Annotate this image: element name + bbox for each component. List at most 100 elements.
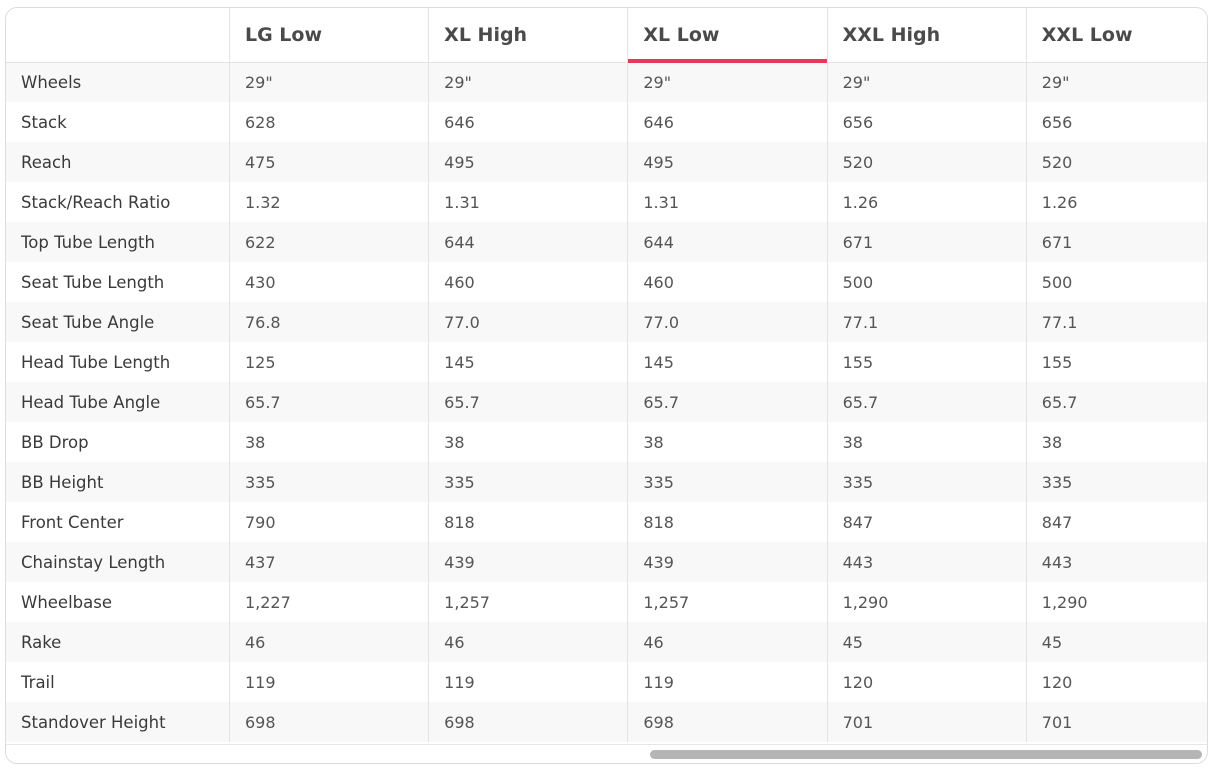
table-cell: 1.32 <box>229 182 430 222</box>
table-row: Top Tube Length 622 644 644 671 671 <box>6 222 1207 262</box>
table-row: Wheelbase 1,227 1,257 1,257 1,290 1,290 <box>6 582 1207 622</box>
table-cell: 646 <box>428 102 629 142</box>
table-cell: 38 <box>627 422 828 462</box>
table-cell: 475 <box>229 142 430 182</box>
table-cell: 437 <box>229 542 430 582</box>
table-cell: 430 <box>229 262 430 302</box>
row-label: BB Height <box>6 462 230 502</box>
row-label: Front Center <box>6 502 230 542</box>
row-label: Rake <box>6 622 230 662</box>
table-cell: 439 <box>428 542 629 582</box>
table-body: Wheels 29" 29" 29" 29" 29" Stack 628 646 646 656 65… <box>6 62 1207 742</box>
table-cell: 38 <box>1026 422 1207 462</box>
table-cell: 76.8 <box>229 302 430 342</box>
column-header[interactable]: XL Low <box>627 8 828 63</box>
table-row: BB Height 335 335 335 335 335 <box>6 462 1207 502</box>
table-row: Front Center 790 818 818 847 847 <box>6 502 1207 542</box>
table-cell: 46 <box>229 622 430 662</box>
table-cell: 646 <box>627 102 828 142</box>
row-label: Wheels <box>6 62 230 102</box>
table-cell: 644 <box>627 222 828 262</box>
table-cell: 701 <box>827 702 1027 742</box>
table-cell: 145 <box>627 342 828 382</box>
table-cell: 1,290 <box>827 582 1027 622</box>
table-cell: 1.31 <box>428 182 629 222</box>
table-cell: 671 <box>1026 222 1207 262</box>
table-cell: 29" <box>627 62 828 102</box>
row-label: Trail <box>6 662 230 702</box>
table-cell: 65.7 <box>1026 382 1207 422</box>
row-label: Reach <box>6 142 230 182</box>
table-row: Stack/Reach Ratio 1.32 1.31 1.31 1.26 1.26 <box>6 182 1207 222</box>
table-cell: 460 <box>627 262 828 302</box>
table-cell: 460 <box>428 262 629 302</box>
horizontal-scrollbar[interactable] <box>6 744 1207 763</box>
table-cell: 335 <box>428 462 629 502</box>
table-row: Head Tube Angle 65.7 65.7 65.7 65.7 65.7 <box>6 382 1207 422</box>
row-label: Standover Height <box>6 702 230 742</box>
table-row: BB Drop 38 38 38 38 38 <box>6 422 1207 462</box>
table-cell: 29" <box>1026 62 1207 102</box>
table-row: Seat Tube Length 430 460 460 500 500 <box>6 262 1207 302</box>
table-cell: 29" <box>827 62 1027 102</box>
row-label: Seat Tube Length <box>6 262 230 302</box>
row-label: Head Tube Angle <box>6 382 230 422</box>
table-cell: 65.7 <box>229 382 430 422</box>
table-row: Chainstay Length 437 439 439 443 443 <box>6 542 1207 582</box>
table-cell: 38 <box>229 422 430 462</box>
table-row: Stack 628 646 646 656 656 <box>6 102 1207 142</box>
row-label: BB Drop <box>6 422 230 462</box>
table-cell: 500 <box>827 262 1027 302</box>
table-cell: 46 <box>428 622 629 662</box>
table-cell: 119 <box>627 662 828 702</box>
table-cell: 671 <box>827 222 1027 262</box>
table-cell: 1,257 <box>627 582 828 622</box>
table-cell: 65.7 <box>428 382 629 422</box>
table-cell: 119 <box>229 662 430 702</box>
table-cell: 847 <box>827 502 1027 542</box>
row-label: Stack <box>6 102 230 142</box>
table-cell: 46 <box>627 622 828 662</box>
table-cell: 818 <box>627 502 828 542</box>
table-cell: 656 <box>1026 102 1207 142</box>
table-row: Reach 475 495 495 520 520 <box>6 142 1207 182</box>
table-cell: 77.0 <box>627 302 828 342</box>
table-cell: 145 <box>428 342 629 382</box>
table-cell: 698 <box>627 702 828 742</box>
column-header[interactable]: XXL High <box>827 8 1027 63</box>
table-cell: 335 <box>229 462 430 502</box>
table-cell: 45 <box>827 622 1027 662</box>
row-label: Wheelbase <box>6 582 230 622</box>
table-cell: 644 <box>428 222 629 262</box>
table-cell: 443 <box>1026 542 1207 582</box>
table-cell: 335 <box>627 462 828 502</box>
row-label: Stack/Reach Ratio <box>6 182 230 222</box>
table-cell: 77.1 <box>827 302 1027 342</box>
table-cell: 701 <box>1026 702 1207 742</box>
column-header[interactable]: LG Low <box>229 8 430 63</box>
table-row: Trail 119 119 119 120 120 <box>6 662 1207 702</box>
table-cell: 818 <box>428 502 629 542</box>
table-cell: 439 <box>627 542 828 582</box>
geometry-table-card: LG Low XL High XL Low XXL High XXL Low Wheel… <box>5 7 1208 764</box>
table-cell: 520 <box>1026 142 1207 182</box>
table-cell: 38 <box>428 422 629 462</box>
table-row: Wheels 29" 29" 29" 29" 29" <box>6 62 1207 102</box>
row-label: Seat Tube Angle <box>6 302 230 342</box>
table-cell: 38 <box>827 422 1027 462</box>
table-row: Standover Height 698 698 698 701 701 <box>6 702 1207 742</box>
table-cell: 335 <box>1026 462 1207 502</box>
column-header[interactable]: XL High <box>428 8 629 63</box>
table-cell: 125 <box>229 342 430 382</box>
table-cell: 622 <box>229 222 430 262</box>
table-row: Rake 46 46 46 45 45 <box>6 622 1207 662</box>
table-cell: 495 <box>627 142 828 182</box>
row-label: Chainstay Length <box>6 542 230 582</box>
table-cell: 335 <box>827 462 1027 502</box>
scrollbar-thumb[interactable] <box>650 750 1202 759</box>
table-cell: 520 <box>827 142 1027 182</box>
table-cell: 120 <box>827 662 1027 702</box>
column-header[interactable]: XXL Low <box>1026 8 1207 63</box>
table-cell: 77.0 <box>428 302 629 342</box>
table-cell: 155 <box>1026 342 1207 382</box>
